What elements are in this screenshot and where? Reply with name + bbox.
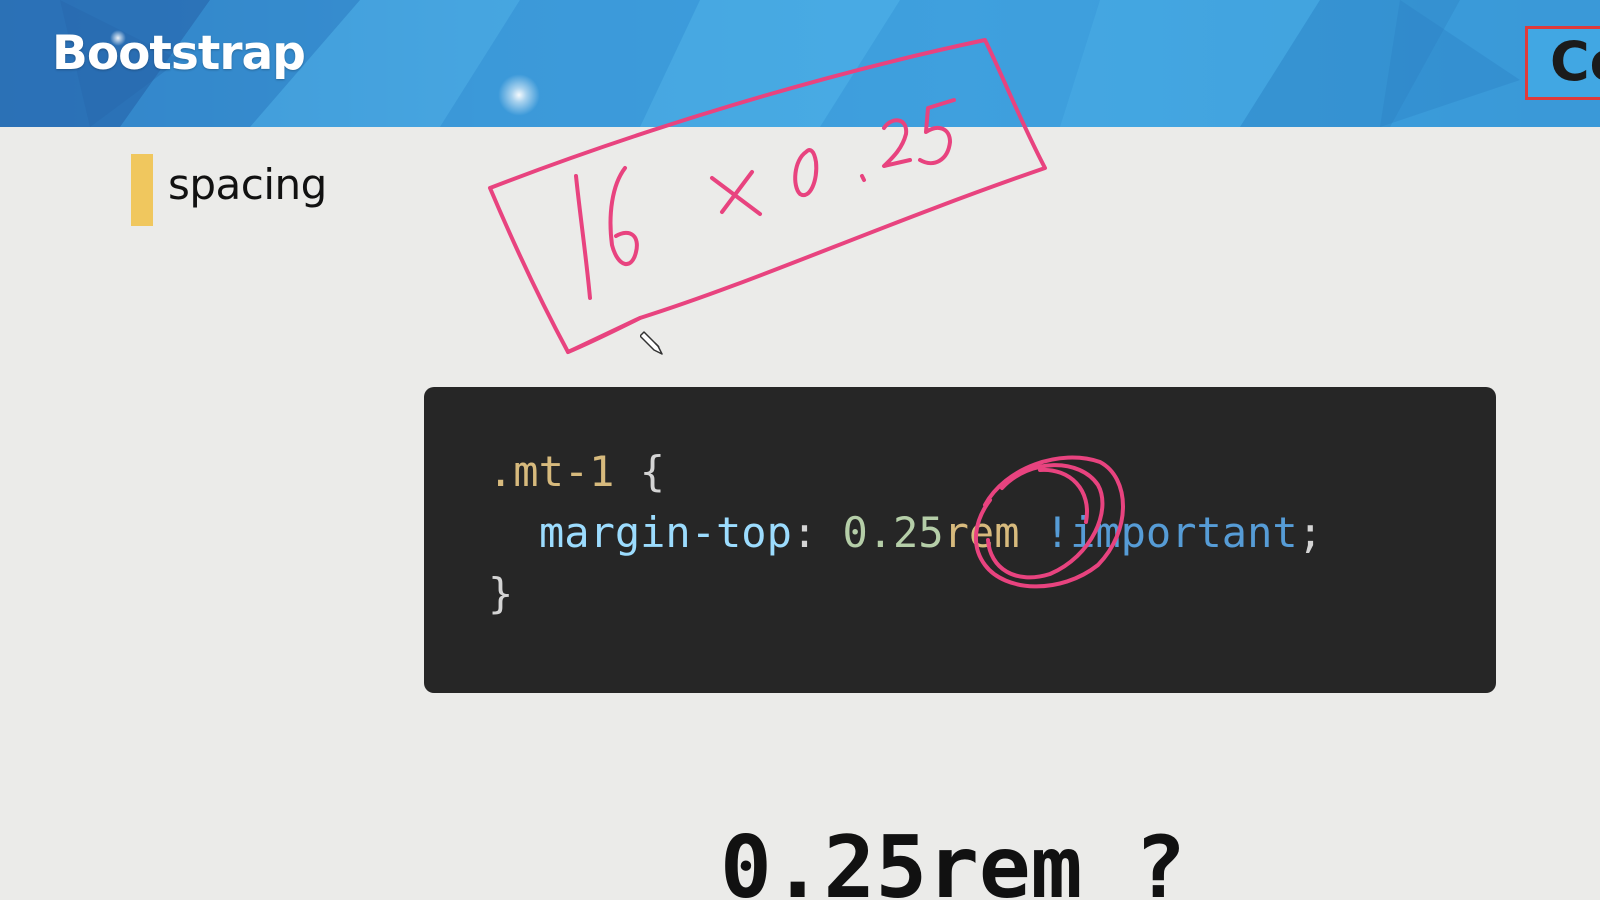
code-line-2: margin-top: 0.25rem !important; xyxy=(539,512,1323,554)
css-property: margin-top xyxy=(539,508,792,557)
slide: Bootstrap Co spacing .mt-1 { margin-top:… xyxy=(0,0,1600,900)
header-corner-button-label: Co xyxy=(1550,30,1600,93)
question-text: 0.25rem ? xyxy=(720,818,1186,900)
code-line-1: .mt-1 { xyxy=(488,451,665,493)
code-block: .mt-1 { margin-top: 0.25rem !important; … xyxy=(424,387,1496,693)
code-line-3: } xyxy=(488,573,513,615)
annotation-digit-2 xyxy=(882,118,912,168)
annotation-digit-6 xyxy=(608,166,639,266)
annotation-dot xyxy=(860,174,866,182)
section-heading: spacing xyxy=(168,160,327,209)
banner-light-glow xyxy=(498,74,540,116)
header-banner: Bootstrap Co xyxy=(0,0,1600,127)
css-unit: rem xyxy=(943,508,1020,557)
section-marker-bar xyxy=(131,154,153,226)
css-number: 0.25 xyxy=(842,508,944,557)
pen-icon xyxy=(640,331,663,355)
annotation-times-b xyxy=(720,170,754,214)
open-brace: { xyxy=(639,447,666,496)
css-important: !important xyxy=(1044,508,1298,557)
css-selector: .mt-1 xyxy=(488,447,615,496)
annotation-digit-1 xyxy=(574,174,592,300)
annotation-times-a xyxy=(710,176,762,216)
annotation-underline-tail xyxy=(566,316,642,354)
annotation-digit-0 xyxy=(793,148,819,198)
semicolon: ; xyxy=(1297,508,1323,557)
colon: : xyxy=(791,508,818,557)
close-brace: } xyxy=(488,569,514,618)
header-title: Bootstrap xyxy=(52,26,306,81)
header-corner-button[interactable]: Co xyxy=(1525,26,1600,100)
